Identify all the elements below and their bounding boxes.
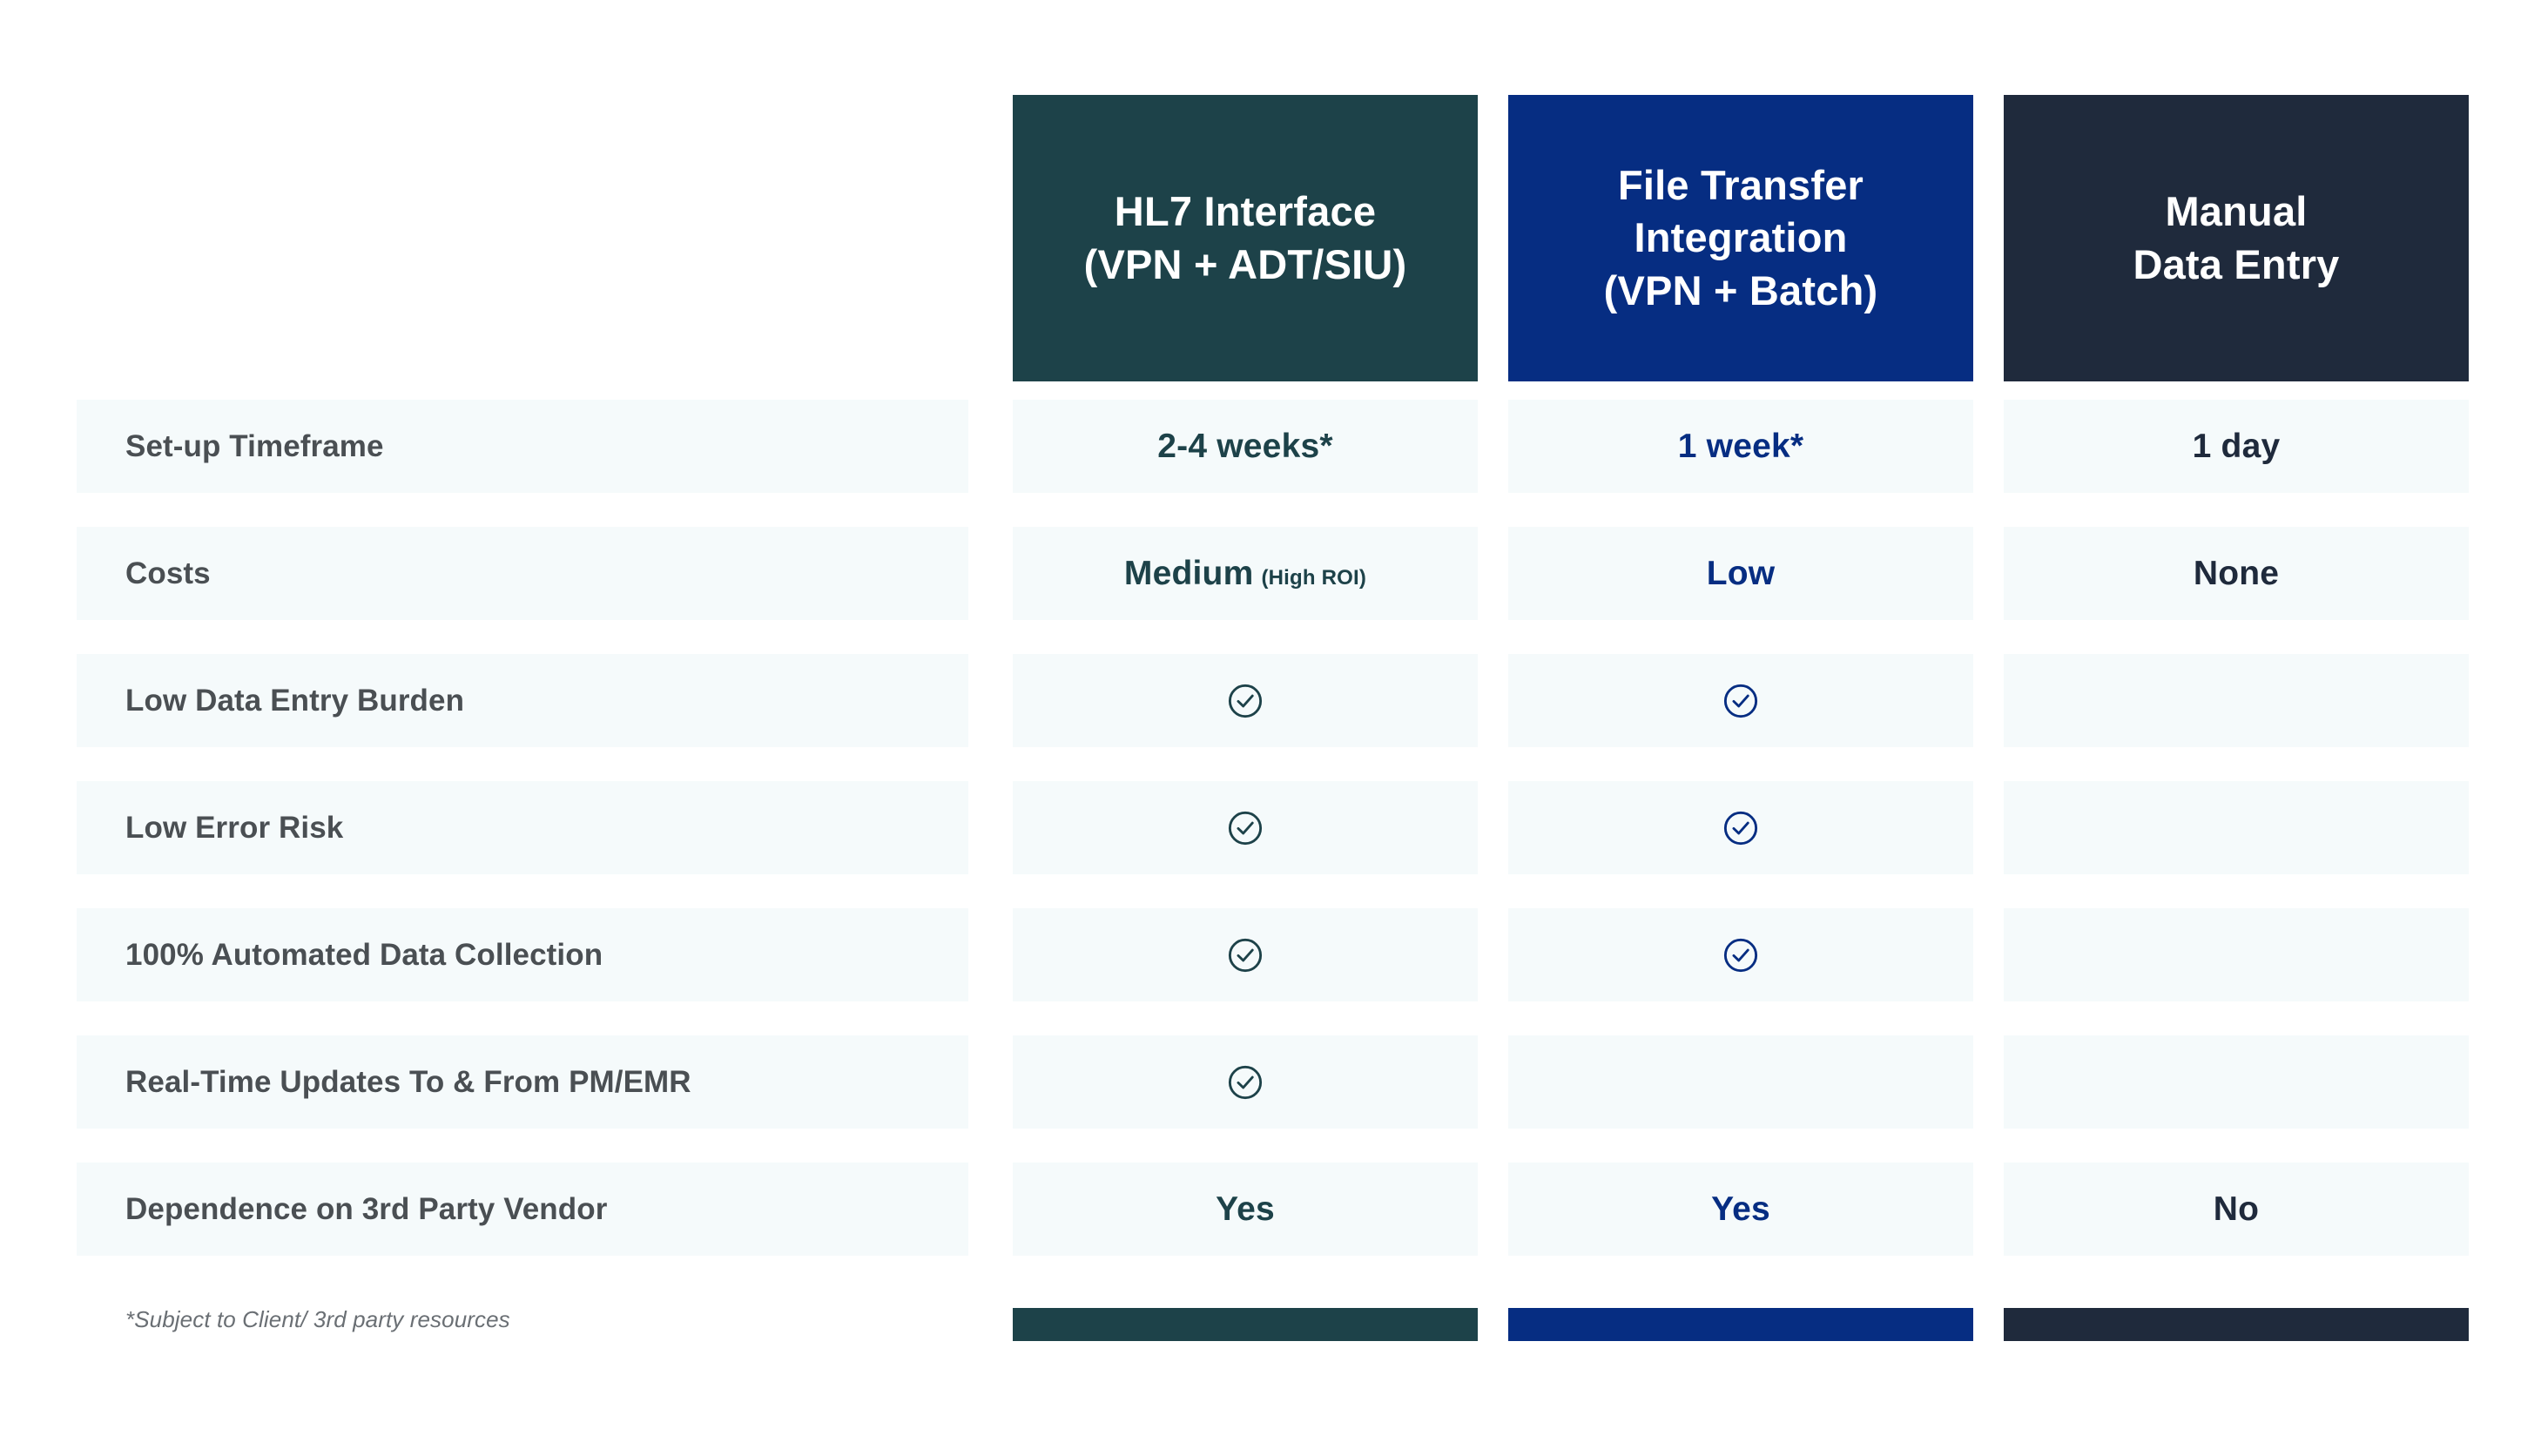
table-cell-file-transfer-integration: 1 week* [1508,400,1973,493]
table-header-row: HL7 Interface (VPN + ADT/SIU) File Trans… [0,95,2541,381]
table-cell-file-transfer-integration [1508,654,1973,747]
table-cell-hl7-interface: 2-4 weeks* [1013,400,1478,493]
cell-value-main: Low [1706,554,1776,592]
table-cell-hl7-interface [1013,1035,1478,1129]
cell-value-main: None [2193,554,2280,592]
table-body: Set-up Timeframe 2-4 weeks* 1 week* 1 day Co… [0,400,2541,1290]
cell-value: None [2194,555,2279,593]
table-row: Dependence on 3rd Party Vendor Yes Yes No [0,1163,2541,1256]
table-row: 100% Automated Data Collection [0,908,2541,1001]
table-cell-hl7-interface: Yes [1013,1163,1478,1256]
table-cell-manual-data-entry [2004,1035,2469,1129]
column-footer-bar-manual-data-entry [2004,1308,2469,1341]
table-cell-manual-data-entry [2004,908,2469,1001]
row-label: Real-Time Updates To & From PM/EMR [77,1035,968,1129]
table-cell-manual-data-entry: None [2004,527,2469,620]
row-label-text: Real-Time Updates To & From PM/EMR [125,1064,691,1099]
circle-check-icon [1721,681,1761,721]
table-cell-file-transfer-integration: Low [1508,527,1973,620]
cell-value: Low [1707,555,1776,593]
cell-value: 1 day [2193,428,2281,466]
column-footer-bars [0,1308,2541,1341]
table-row: Real-Time Updates To & From PM/EMR [0,1035,2541,1129]
column-header-title: File Transfer Integration (VPN + Batch) [1603,162,1878,313]
cell-value: No [2214,1190,2259,1229]
cell-value-main: No [2213,1190,2260,1228]
table-cell-hl7-interface [1013,781,1478,874]
table-cell-file-transfer-integration: Yes [1508,1163,1973,1256]
cell-value-main: 2-4 weeks* [1157,427,1333,465]
cell-value: 1 week* [1678,428,1804,466]
row-label-text: 100% Automated Data Collection [125,937,603,972]
circle-check-icon [1225,808,1265,848]
row-label: Dependence on 3rd Party Vendor [77,1163,968,1256]
row-label: Low Data Entry Burden [77,654,968,747]
table-cell-manual-data-entry [2004,781,2469,874]
cell-value-main: Yes [1216,1190,1275,1228]
cell-value: Yes [1711,1190,1770,1229]
table-cell-file-transfer-integration [1508,781,1973,874]
circle-check-icon [1721,935,1761,975]
table-row: Low Error Risk [0,781,2541,874]
circle-check-icon [1225,1062,1265,1102]
comparison-table: HL7 Interface (VPN + ADT/SIU) File Trans… [0,0,2541,1456]
cell-value-main: Medium [1123,554,1254,592]
column-footer-bar-file-transfer-integration [1508,1308,1973,1341]
row-label-text: Low Data Entry Burden [125,683,465,718]
cell-value: Medium (High ROI) [1124,555,1366,593]
table-cell-manual-data-entry: No [2004,1163,2469,1256]
column-header-file-transfer-integration: File Transfer Integration (VPN + Batch) [1508,95,1973,381]
cell-value-main: 1 week* [1677,427,1804,465]
row-label-text: Costs [125,556,211,590]
column-header-title: Manual Data Entry [2133,188,2340,287]
circle-check-icon [1225,935,1265,975]
table-row: Costs Medium (High ROI) Low None [0,527,2541,620]
cell-value-main: 1 day [2192,427,2281,465]
table-cell-manual-data-entry [2004,654,2469,747]
cell-value-main: Yes [1711,1190,1770,1228]
column-header-title: HL7 Interface (VPN + ADT/SIU) [1083,188,1407,287]
circle-check-icon [1721,808,1761,848]
row-label-text: Dependence on 3rd Party Vendor [125,1191,608,1226]
row-label: Set-up Timeframe [77,400,968,493]
column-header-hl7-interface: HL7 Interface (VPN + ADT/SIU) [1013,95,1478,381]
table-cell-hl7-interface: Medium (High ROI) [1013,527,1478,620]
table-cell-hl7-interface [1013,908,1478,1001]
row-label: 100% Automated Data Collection [77,908,968,1001]
row-label: Low Error Risk [77,781,968,874]
row-label-text: Low Error Risk [125,810,344,845]
table-row: Low Data Entry Burden [0,654,2541,747]
cell-value: 2-4 weeks* [1157,428,1332,466]
table-cell-hl7-interface [1013,654,1478,747]
table-row: Set-up Timeframe 2-4 weeks* 1 week* 1 day [0,400,2541,493]
table-cell-manual-data-entry: 1 day [2004,400,2469,493]
column-header-manual-data-entry: Manual Data Entry [2004,95,2469,381]
circle-check-icon [1225,681,1265,721]
table-cell-file-transfer-integration [1508,1035,1973,1129]
cell-value: Yes [1216,1190,1275,1229]
row-label-text: Set-up Timeframe [125,428,384,463]
column-footer-bar-hl7-interface [1013,1308,1478,1341]
row-label: Costs [77,527,968,620]
table-cell-file-transfer-integration [1508,908,1973,1001]
cell-value-note: (High ROI) [1261,565,1367,590]
